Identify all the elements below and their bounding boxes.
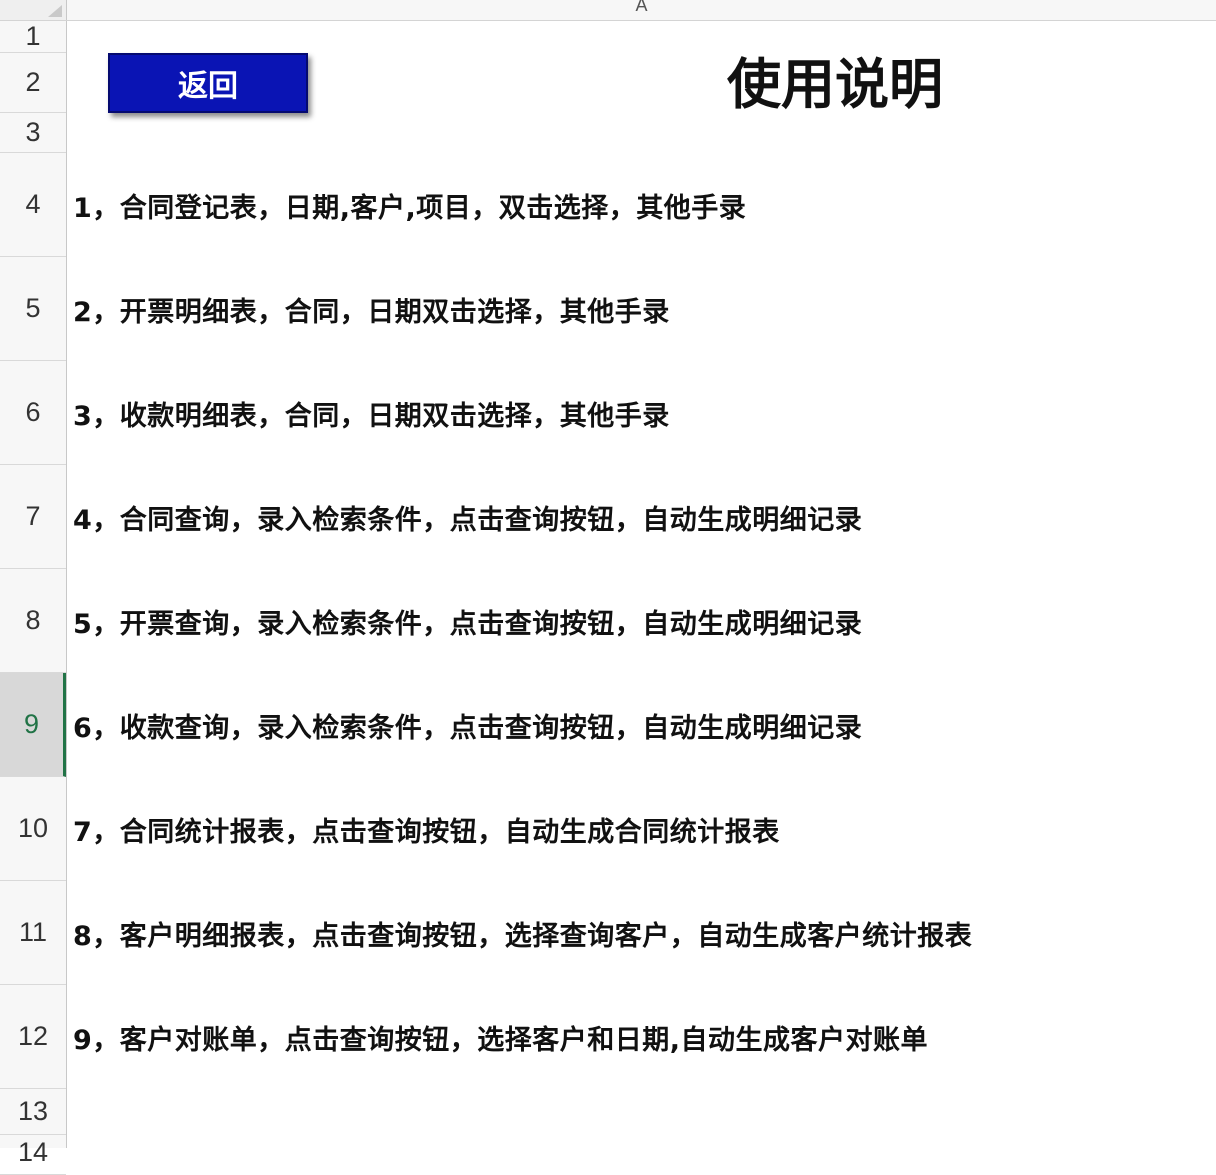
instruction-row[interactable]: 6，收款查询，录入检索条件，点击查询按钮，自动生成明细记录 bbox=[67, 673, 1216, 777]
select-all-corner[interactable] bbox=[0, 0, 67, 20]
instruction-row[interactable]: 1，合同登记表，日期,客户,项目，双击选择，其他手录 bbox=[67, 153, 1216, 257]
row-header-7[interactable]: 7 bbox=[0, 465, 66, 569]
row-header-13[interactable]: 13 bbox=[0, 1089, 66, 1135]
column-header-a[interactable]: A bbox=[67, 0, 1216, 20]
row-header-12[interactable]: 12 bbox=[0, 985, 66, 1089]
instruction-text: 6，收款查询，录入检索条件，点击查询按钮，自动生成明细记录 bbox=[73, 712, 863, 744]
instruction-row[interactable]: 7，合同统计报表，点击查询按钮，自动生成合同统计报表 bbox=[67, 777, 1216, 881]
instruction-row[interactable]: 3，收款明细表，合同，日期双击选择，其他手录 bbox=[67, 361, 1216, 465]
instruction-text: 8，客户明细报表，点击查询按钮，选择查询客户，自动生成客户统计报表 bbox=[73, 920, 973, 952]
instruction-row[interactable]: 9，客户对账单，点击查询按钮，选择客户和日期,自动生成客户对账单 bbox=[67, 985, 1216, 1089]
instruction-text: 7，合同统计报表，点击查询按钮，自动生成合同统计报表 bbox=[73, 816, 780, 848]
row-header-3[interactable]: 3 bbox=[0, 113, 66, 153]
spreadsheet-sheet: A 1 2 3 4 5 6 7 8 9 10 11 12 13 14 返回 使用… bbox=[0, 0, 1216, 1175]
row-header-2[interactable]: 2 bbox=[0, 53, 66, 113]
back-button[interactable]: 返回 bbox=[108, 53, 308, 113]
row-header-6[interactable]: 6 bbox=[0, 361, 66, 465]
instruction-text: 5，开票查询，录入检索条件，点击查询按钮，自动生成明细记录 bbox=[73, 608, 863, 640]
row-header-10[interactable]: 10 bbox=[0, 777, 66, 881]
instruction-row[interactable]: 5，开票查询，录入检索条件，点击查询按钮，自动生成明细记录 bbox=[67, 569, 1216, 673]
instruction-text: 9，客户对账单，点击查询按钮，选择客户和日期,自动生成客户对账单 bbox=[73, 1024, 929, 1056]
instruction-text: 4，合同查询，录入检索条件，点击查询按钮，自动生成明细记录 bbox=[73, 504, 863, 536]
row-header-5[interactable]: 5 bbox=[0, 257, 66, 361]
page-title: 使用说明 bbox=[727, 53, 943, 116]
select-all-triangle-icon bbox=[48, 5, 62, 17]
row-header-column: 1 2 3 4 5 6 7 8 9 10 11 12 13 14 bbox=[0, 21, 67, 1175]
instruction-row[interactable]: 4，合同查询，录入检索条件，点击查询按钮，自动生成明细记录 bbox=[67, 465, 1216, 569]
row-header-14[interactable]: 14 bbox=[0, 1135, 66, 1175]
instruction-text: 1，合同登记表，日期,客户,项目，双击选择，其他手录 bbox=[73, 192, 747, 224]
row-header-8[interactable]: 8 bbox=[0, 569, 66, 673]
row-header-9[interactable]: 9 bbox=[0, 673, 66, 777]
row-header-1[interactable]: 1 bbox=[0, 21, 66, 53]
instruction-row[interactable]: 2，开票明细表，合同，日期双击选择，其他手录 bbox=[67, 257, 1216, 361]
instruction-row[interactable]: 8，客户明细报表，点击查询按钮，选择查询客户，自动生成客户统计报表 bbox=[67, 881, 1216, 985]
instruction-text: 3，收款明细表，合同，日期双击选择，其他手录 bbox=[73, 400, 670, 432]
row-header-4[interactable]: 4 bbox=[0, 153, 66, 257]
column-header-row: A bbox=[0, 0, 1216, 21]
row-header-11[interactable]: 11 bbox=[0, 881, 66, 985]
instruction-text: 2，开票明细表，合同，日期双击选择，其他手录 bbox=[73, 296, 670, 328]
